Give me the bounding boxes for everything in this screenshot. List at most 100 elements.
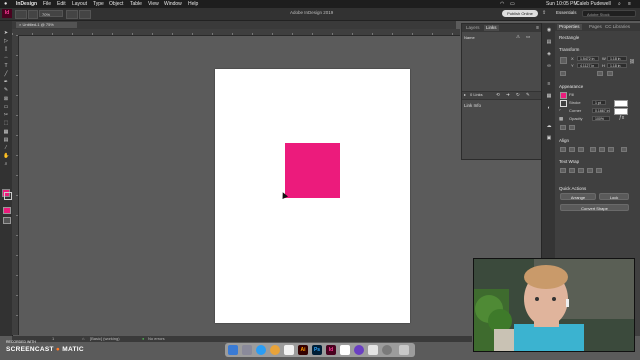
apply-color-icon[interactable] xyxy=(3,207,11,214)
menu-edit[interactable]: Edit xyxy=(57,1,66,7)
flip-vertical-icon[interactable] xyxy=(607,71,613,76)
note-tool-icon[interactable]: ▤ xyxy=(3,138,9,143)
direct-selection-tool-icon[interactable]: ▷ xyxy=(3,39,9,44)
tab-layers[interactable]: Layers xyxy=(464,25,482,31)
zoom-field[interactable]: 70% xyxy=(39,10,63,17)
rectangle-frame-tool-icon[interactable]: ⊠ xyxy=(3,97,9,102)
menu-list-icon[interactable]: ≡ xyxy=(628,1,631,7)
settings-icon[interactable] xyxy=(382,345,392,355)
menu-help[interactable]: Help xyxy=(188,1,198,7)
arrange-button[interactable]: Arrange xyxy=(560,193,596,200)
menu-window[interactable]: Window xyxy=(164,1,182,7)
vertical-ruler[interactable] xyxy=(12,35,19,335)
share-icon[interactable]: ⇪ xyxy=(542,10,546,16)
appearance-option-2-icon[interactable] xyxy=(569,125,575,130)
screen-mode-button[interactable] xyxy=(66,10,78,19)
opacity-field[interactable]: 100% xyxy=(592,116,610,121)
jump-next-column-icon[interactable] xyxy=(596,168,602,173)
link-status-icon[interactable]: ⚠ xyxy=(516,34,520,40)
wifi-icon[interactable]: ◠ xyxy=(500,1,504,7)
launchpad-icon[interactable] xyxy=(242,345,252,355)
flip-horizontal-icon[interactable] xyxy=(597,71,603,76)
publish-online-button[interactable]: Publish Online xyxy=(502,10,538,17)
page-tool-icon[interactable]: ▯ xyxy=(3,47,9,52)
document-tab[interactable]: × Untitled-1 @ 75% xyxy=(16,22,77,28)
pencil-tool-icon[interactable]: ✎ xyxy=(3,88,9,93)
align-to-icon[interactable] xyxy=(621,147,627,152)
tab-cc-libraries[interactable]: CC Libraries xyxy=(603,24,632,30)
messages-icon[interactable] xyxy=(368,345,378,355)
arrange-documents-button[interactable] xyxy=(79,10,91,19)
constrain-proportions-icon[interactable]: ⛓ xyxy=(629,59,635,65)
align-top-icon[interactable] xyxy=(590,147,596,152)
selection-tool-icon[interactable]: ➤ xyxy=(3,31,9,36)
expand-icon[interactable]: ▸ xyxy=(464,92,466,97)
zoom-tool-icon[interactable]: ⌕ xyxy=(3,162,9,167)
stroke-weight-field[interactable]: 1 pt xyxy=(592,100,606,105)
links-name-column[interactable]: Name xyxy=(464,35,475,40)
finder-icon[interactable] xyxy=(228,345,238,355)
lock-button[interactable]: Lock xyxy=(599,193,629,200)
color-panel-icon[interactable]: ◐ xyxy=(546,105,552,111)
fx-icon[interactable]: ƒx xyxy=(619,115,624,121)
link-info-header[interactable]: Link Info xyxy=(464,103,481,108)
menubar-user[interactable]: Caleb Pudewell xyxy=(576,1,611,7)
help-search-input[interactable]: Adobe Stock xyxy=(582,10,636,17)
screen-mode-icon[interactable] xyxy=(3,217,11,224)
tab-links[interactable]: Links xyxy=(484,25,499,31)
photoshop-icon[interactable]: Ps xyxy=(312,345,322,355)
panel-menu-icon[interactable]: ≡ xyxy=(536,25,539,31)
menu-file[interactable]: File xyxy=(43,1,51,7)
tab-properties[interactable]: Properties xyxy=(557,24,582,30)
stroke-color-swatch[interactable] xyxy=(560,100,567,107)
free-transform-tool-icon[interactable]: ⬚ xyxy=(3,121,9,126)
spotlight-icon[interactable]: ⌕ xyxy=(618,1,621,7)
indesign-icon[interactable]: Id xyxy=(326,345,336,355)
rotate-icon[interactable] xyxy=(560,71,566,76)
wrap-bounding-box-icon[interactable] xyxy=(569,168,575,173)
text-wrap-panel-icon[interactable]: ▣ xyxy=(546,135,552,141)
swatches-panel-icon[interactable]: ▦ xyxy=(546,93,552,99)
gap-tool-icon[interactable]: ↔ xyxy=(3,55,9,60)
corner-shape-dropdown[interactable] xyxy=(614,108,628,115)
pages-panel-icon[interactable]: ▤ xyxy=(546,39,552,45)
align-center-icon[interactable] xyxy=(569,147,575,152)
link-page-icon[interactable]: ▭ xyxy=(526,34,530,40)
edit-original-icon[interactable]: ✎ xyxy=(526,92,530,98)
home-icon[interactable]: ⌂ xyxy=(82,336,84,342)
bridge-button[interactable] xyxy=(15,10,27,19)
battery-icon[interactable]: ▭ xyxy=(510,1,515,7)
reference-point-icon[interactable] xyxy=(560,57,567,64)
pink-rectangle[interactable] xyxy=(285,143,340,198)
menubar-clock[interactable]: Sun 10:05 PM xyxy=(546,1,578,7)
corner-field[interactable]: 0.1667 in xyxy=(592,108,610,113)
stroke-panel-icon[interactable]: ≡ xyxy=(546,81,552,87)
horizontal-ruler[interactable] xyxy=(12,29,460,36)
align-bottom-icon[interactable] xyxy=(608,147,614,152)
rectangle-tool-icon[interactable]: ▭ xyxy=(3,105,9,110)
menu-type[interactable]: Type xyxy=(93,1,104,7)
relink-icon[interactable]: ⟲ xyxy=(496,92,500,98)
imovie-icon[interactable] xyxy=(354,345,364,355)
h-field[interactable]: 1.18 in xyxy=(607,63,627,68)
pen-tool-icon[interactable]: ✒ xyxy=(3,80,9,85)
trash-icon[interactable] xyxy=(399,345,409,355)
links-panel-icon[interactable]: ∞ xyxy=(546,63,552,69)
view-options-button[interactable] xyxy=(28,10,38,19)
cc-libraries-icon[interactable]: ☁ xyxy=(546,123,552,129)
illustrator-icon[interactable]: Ai xyxy=(298,345,308,355)
workspace-switcher[interactable]: Essentials xyxy=(556,10,577,15)
align-middle-icon[interactable] xyxy=(599,147,605,152)
stroke-type-dropdown[interactable] xyxy=(614,100,628,107)
layers-panel-icon[interactable]: ◈ xyxy=(546,51,552,57)
apple-icon[interactable]: ● xyxy=(4,1,7,7)
x-field[interactable]: 1.5472 in xyxy=(577,56,599,61)
preflight-profile[interactable]: [Basic] (working) xyxy=(90,336,120,342)
properties-panel-icon[interactable]: ◉ xyxy=(546,27,552,33)
convert-shape-button[interactable]: Convert Shape xyxy=(560,204,629,211)
stroke-swatch[interactable] xyxy=(4,192,12,200)
safari-icon[interactable] xyxy=(256,345,266,355)
preflight-status[interactable]: No errors xyxy=(148,336,165,342)
align-right-icon[interactable] xyxy=(578,147,584,152)
type-tool-icon[interactable]: T xyxy=(3,64,9,69)
